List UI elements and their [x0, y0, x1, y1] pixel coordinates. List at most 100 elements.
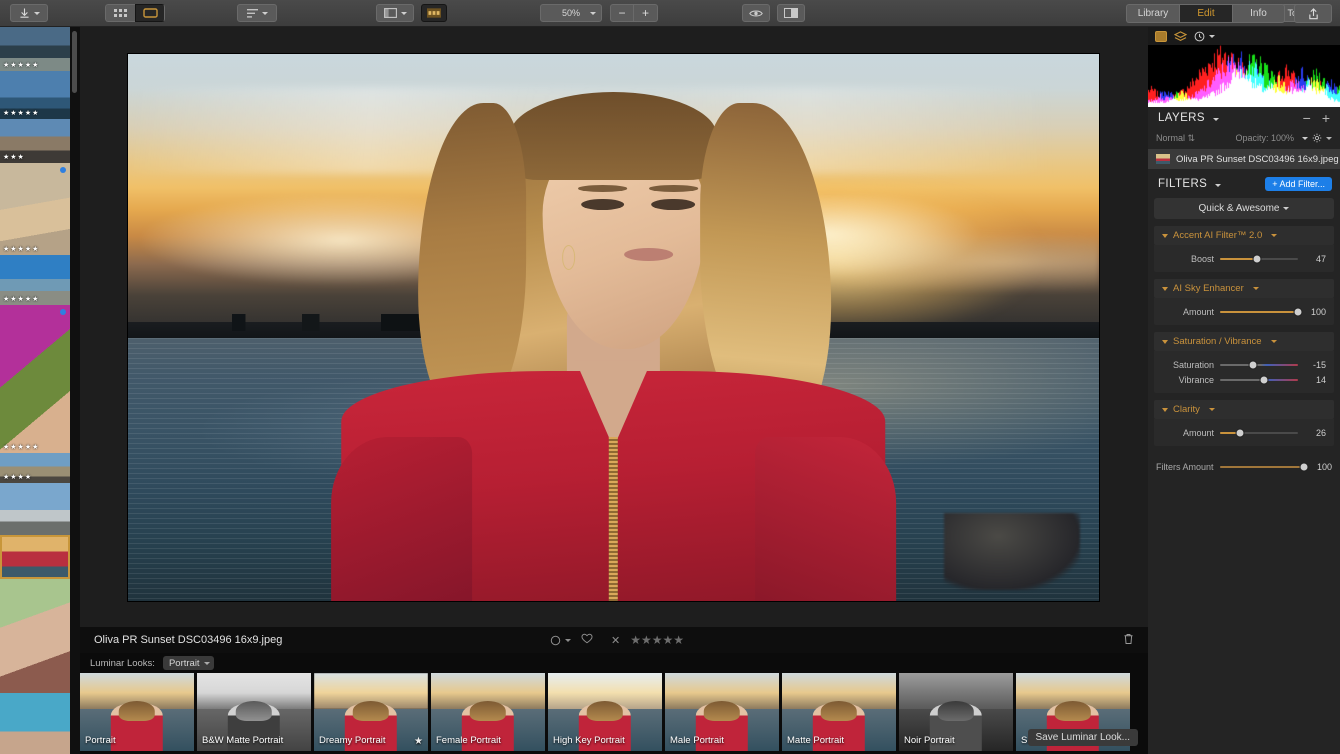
grid-view-button[interactable]: [105, 4, 135, 22]
filmstrip-thumbnail[interactable]: ★★★★★: [0, 255, 70, 305]
filmstrip-scrollbar[interactable]: [70, 27, 80, 754]
chevron-down-icon[interactable]: [1214, 184, 1221, 187]
before-after-button[interactable]: [777, 4, 805, 22]
look-label: B&W Matte Portrait: [202, 735, 284, 746]
preset-select[interactable]: Quick & Awesome: [1154, 198, 1334, 219]
thumbnail-rating: ★★★★★: [3, 296, 40, 303]
slider-value: -15: [1312, 359, 1326, 370]
library-filmstrip[interactable]: ★★★★★ ★★★★★ ★★★ ★★★★★ ★★★★★ ★★★★★ ★★★★: [0, 27, 70, 754]
star-rating[interactable]: ★★★★★: [630, 633, 684, 647]
import-button[interactable]: [10, 4, 48, 22]
preview-toggle-button[interactable]: [742, 4, 770, 22]
sort-button[interactable]: [237, 4, 277, 22]
slider-knob[interactable]: [1253, 255, 1261, 262]
filmstrip-thumbnail[interactable]: ★★★★: [0, 453, 70, 483]
filter-group-header[interactable]: Clarity: [1154, 400, 1334, 419]
looks-thumbnail-row[interactable]: Portrait B&W Matte Portrait Dreamy Portrai…: [80, 673, 1133, 754]
slider-row: Boost 47: [1162, 251, 1326, 266]
tab-edit[interactable]: Edit: [1179, 4, 1232, 23]
add-filter-button[interactable]: + Add Filter...: [1265, 177, 1332, 191]
look-favorite-star[interactable]: ★: [414, 736, 423, 747]
save-luminar-look-button[interactable]: Save Luminar Look...: [1027, 729, 1138, 746]
look-thumbnail[interactable]: Female Portrait: [431, 673, 545, 751]
filmstrip-toggle-button[interactable]: [421, 4, 447, 22]
color-label-icon[interactable]: [550, 635, 571, 646]
filter-name: Accent AI Filter™ 2.0: [1173, 230, 1263, 241]
opacity-select[interactable]: Opacity: 100%: [1235, 133, 1294, 143]
look-thumbnail[interactable]: Matte Portrait: [782, 673, 896, 751]
slider-knob[interactable]: [1249, 361, 1257, 368]
gear-icon[interactable]: [1312, 133, 1332, 143]
filter-group-body: Saturation -15 Vibrance 14: [1154, 351, 1334, 393]
chevron-down-icon[interactable]: [1212, 118, 1219, 121]
slider-label: Amount: [1182, 427, 1214, 438]
slider-row: Amount 100: [1162, 304, 1326, 319]
look-thumbnail[interactable]: Male Portrait: [665, 673, 779, 751]
chevron-down-icon[interactable]: [1252, 287, 1259, 290]
filters-amount-slider[interactable]: [1219, 463, 1308, 471]
slider-track[interactable]: [1220, 376, 1298, 383]
thumbnail-rating: ★★★★★: [3, 110, 40, 117]
slider-knob[interactable]: [1236, 429, 1244, 436]
look-thumbnail[interactable]: Noir Portrait: [899, 673, 1013, 751]
disclosure-triangle-icon[interactable]: [1162, 407, 1168, 412]
thumbnail-rating: ★★★★★: [3, 246, 40, 253]
disclosure-triangle-icon[interactable]: [1162, 233, 1168, 238]
remove-layer-button[interactable]: −: [1303, 110, 1311, 126]
slider-track[interactable]: [1220, 255, 1298, 262]
single-image-view-button[interactable]: [135, 4, 165, 22]
image-canvas[interactable]: [80, 27, 1148, 627]
chevron-down-icon[interactable]: [1208, 408, 1215, 411]
filmstrip-thumbnail[interactable]: ★★★★★: [0, 163, 70, 255]
add-layer-button[interactable]: +: [1322, 110, 1330, 126]
filmstrip-thumbnail[interactable]: ★★★★★: [0, 305, 70, 453]
share-button[interactable]: [1294, 4, 1332, 23]
chevron-down-icon[interactable]: [1270, 340, 1277, 343]
layers-histogram-icon[interactable]: [1174, 30, 1187, 42]
look-thumbnail[interactable]: Portrait: [80, 673, 194, 751]
scrollbar-thumb[interactable]: [72, 31, 77, 93]
slider-track[interactable]: [1220, 429, 1298, 436]
main-photo[interactable]: [128, 54, 1099, 601]
chevron-down-icon[interactable]: [1271, 234, 1278, 237]
slider-value: 100: [1310, 306, 1326, 317]
chevron-down-icon[interactable]: [1302, 136, 1308, 140]
looks-category-select[interactable]: Portrait: [162, 656, 214, 670]
filmstrip-thumbnail[interactable]: [0, 483, 70, 535]
reject-x-icon[interactable]: ✕: [611, 634, 620, 647]
look-thumbnail[interactable]: Dreamy Portrait ★: [314, 673, 428, 751]
slider-track[interactable]: [1220, 361, 1298, 368]
grid-view-icon: [114, 8, 127, 17]
heart-icon[interactable]: [581, 633, 593, 647]
zoom-out-button[interactable]: −: [610, 4, 634, 22]
look-label: Male Portrait: [670, 735, 724, 746]
disclosure-triangle-icon[interactable]: [1162, 286, 1168, 291]
side-panel-toggle-button[interactable]: [376, 4, 414, 22]
filter-group-header[interactable]: AI Sky Enhancer: [1154, 279, 1334, 298]
slider-knob[interactable]: [1260, 376, 1268, 383]
zoom-in-button[interactable]: +: [634, 4, 658, 22]
zoom-level-select[interactable]: 50%: [540, 4, 602, 22]
layer-row[interactable]: Oliva PR Sunset DSC03496 16x9.jpeg: [1148, 149, 1340, 169]
filmstrip-thumbnail[interactable]: ★★★: [0, 119, 70, 163]
slider-row: Amount 26: [1162, 425, 1326, 440]
filmstrip-thumbnail[interactable]: [0, 535, 70, 579]
look-thumbnail[interactable]: B&W Matte Portrait: [197, 673, 311, 751]
trash-icon[interactable]: [1123, 633, 1134, 648]
image-histogram-icon[interactable]: [1155, 30, 1167, 42]
filter-group-header[interactable]: Accent AI Filter™ 2.0: [1154, 226, 1334, 245]
slider-track[interactable]: [1220, 308, 1302, 315]
disclosure-triangle-icon[interactable]: [1162, 339, 1168, 344]
filmstrip-thumbnail[interactable]: ★★★★★: [0, 71, 70, 119]
filter-group-header[interactable]: Saturation / Vibrance: [1154, 332, 1334, 351]
history-clock-icon[interactable]: [1194, 31, 1215, 42]
filmstrip-thumbnail[interactable]: ★★★★★: [0, 27, 70, 71]
slider-knob[interactable]: [1294, 308, 1302, 315]
slider-value: 47: [1315, 253, 1326, 264]
tab-info[interactable]: Info: [1232, 4, 1285, 23]
filmstrip-thumbnail[interactable]: [0, 693, 70, 754]
tab-library[interactable]: Library: [1126, 4, 1179, 23]
look-thumbnail[interactable]: High Key Portrait: [548, 673, 662, 751]
blend-mode-select[interactable]: Normal ⇅: [1156, 133, 1195, 144]
filmstrip-thumbnail[interactable]: [0, 579, 70, 693]
